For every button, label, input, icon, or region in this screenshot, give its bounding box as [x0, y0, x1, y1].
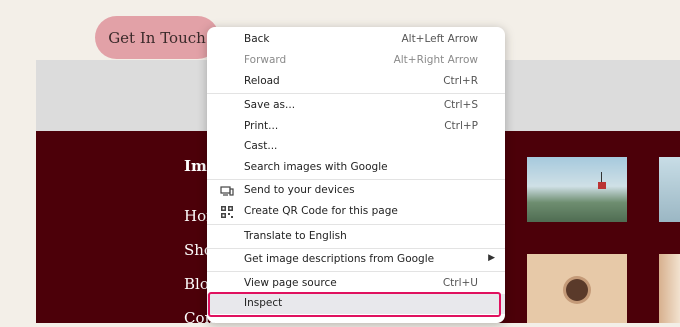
menu-item-cast[interactable]: Cast... [207, 137, 505, 157]
menu-separator [207, 93, 505, 94]
qr-code-icon [220, 205, 234, 219]
menu-item-label: Print... [244, 120, 279, 132]
menu-item-shortcut: Ctrl+P [444, 120, 478, 132]
get-in-touch-button[interactable]: Get In Touch [95, 16, 219, 59]
menu-item-label: Save as... [244, 99, 296, 111]
menu-item-reload[interactable]: Reload Ctrl+R [207, 72, 505, 92]
context-menu: Back Alt+Left Arrow Forward Alt+Right Ar… [207, 27, 505, 323]
coffee-cup [566, 279, 588, 301]
menu-item-print[interactable]: Print... Ctrl+P [207, 117, 505, 137]
submenu-arrow-icon: ▶ [488, 253, 495, 263]
menu-item-shortcut: Ctrl+R [443, 75, 478, 87]
menu-item-label: Get image descriptions from Google [244, 253, 435, 265]
menu-item-view-page-source[interactable]: View page source Ctrl+U [207, 274, 505, 294]
menu-item-label: Create QR Code for this page [244, 205, 398, 217]
menu-item-create-qr-code[interactable]: Create QR Code for this page [207, 202, 505, 222]
menu-separator [207, 179, 505, 180]
menu-item-save-as[interactable]: Save as... Ctrl+S [207, 96, 505, 116]
menu-item-send-to-devices[interactable]: Send to your devices [207, 181, 505, 201]
gallery-image-partial[interactable] [659, 157, 680, 222]
menu-item-shortcut: Ctrl+U [442, 277, 478, 289]
menu-item-back[interactable]: Back Alt+Left Arrow [207, 30, 505, 50]
menu-separator [207, 224, 505, 225]
menu-separator [207, 271, 505, 272]
menu-item-label: Back [244, 33, 270, 45]
cable-line [601, 172, 602, 182]
menu-item-shortcut: Alt+Left Arrow [401, 33, 478, 45]
menu-item-label: Cast... [244, 140, 278, 152]
send-to-devices-icon [220, 184, 234, 198]
cable-car [598, 182, 606, 189]
menu-item-forward[interactable]: Forward Alt+Right Arrow [207, 51, 505, 71]
menu-item-label: Send to your devices [244, 184, 355, 196]
menu-item-shortcut: Alt+Right Arrow [393, 54, 478, 66]
menu-item-image-descriptions[interactable]: Get image descriptions from Google ▶ [207, 250, 505, 270]
inspect-highlight-box [208, 292, 501, 317]
menu-item-shortcut: Ctrl+S [443, 99, 478, 111]
menu-item-label: Search images with Google [244, 161, 388, 173]
menu-item-label: Translate to English [244, 230, 347, 242]
menu-item-label: Forward [244, 54, 287, 66]
menu-separator [207, 248, 505, 249]
menu-item-label: View page source [244, 277, 337, 289]
gallery-image-partial-2[interactable] [659, 254, 680, 323]
gallery-image-mountains[interactable] [527, 157, 627, 222]
menu-item-search-images[interactable]: Search images with Google [207, 158, 505, 178]
menu-item-translate[interactable]: Translate to English [207, 227, 505, 247]
menu-item-label: Reload [244, 75, 280, 87]
